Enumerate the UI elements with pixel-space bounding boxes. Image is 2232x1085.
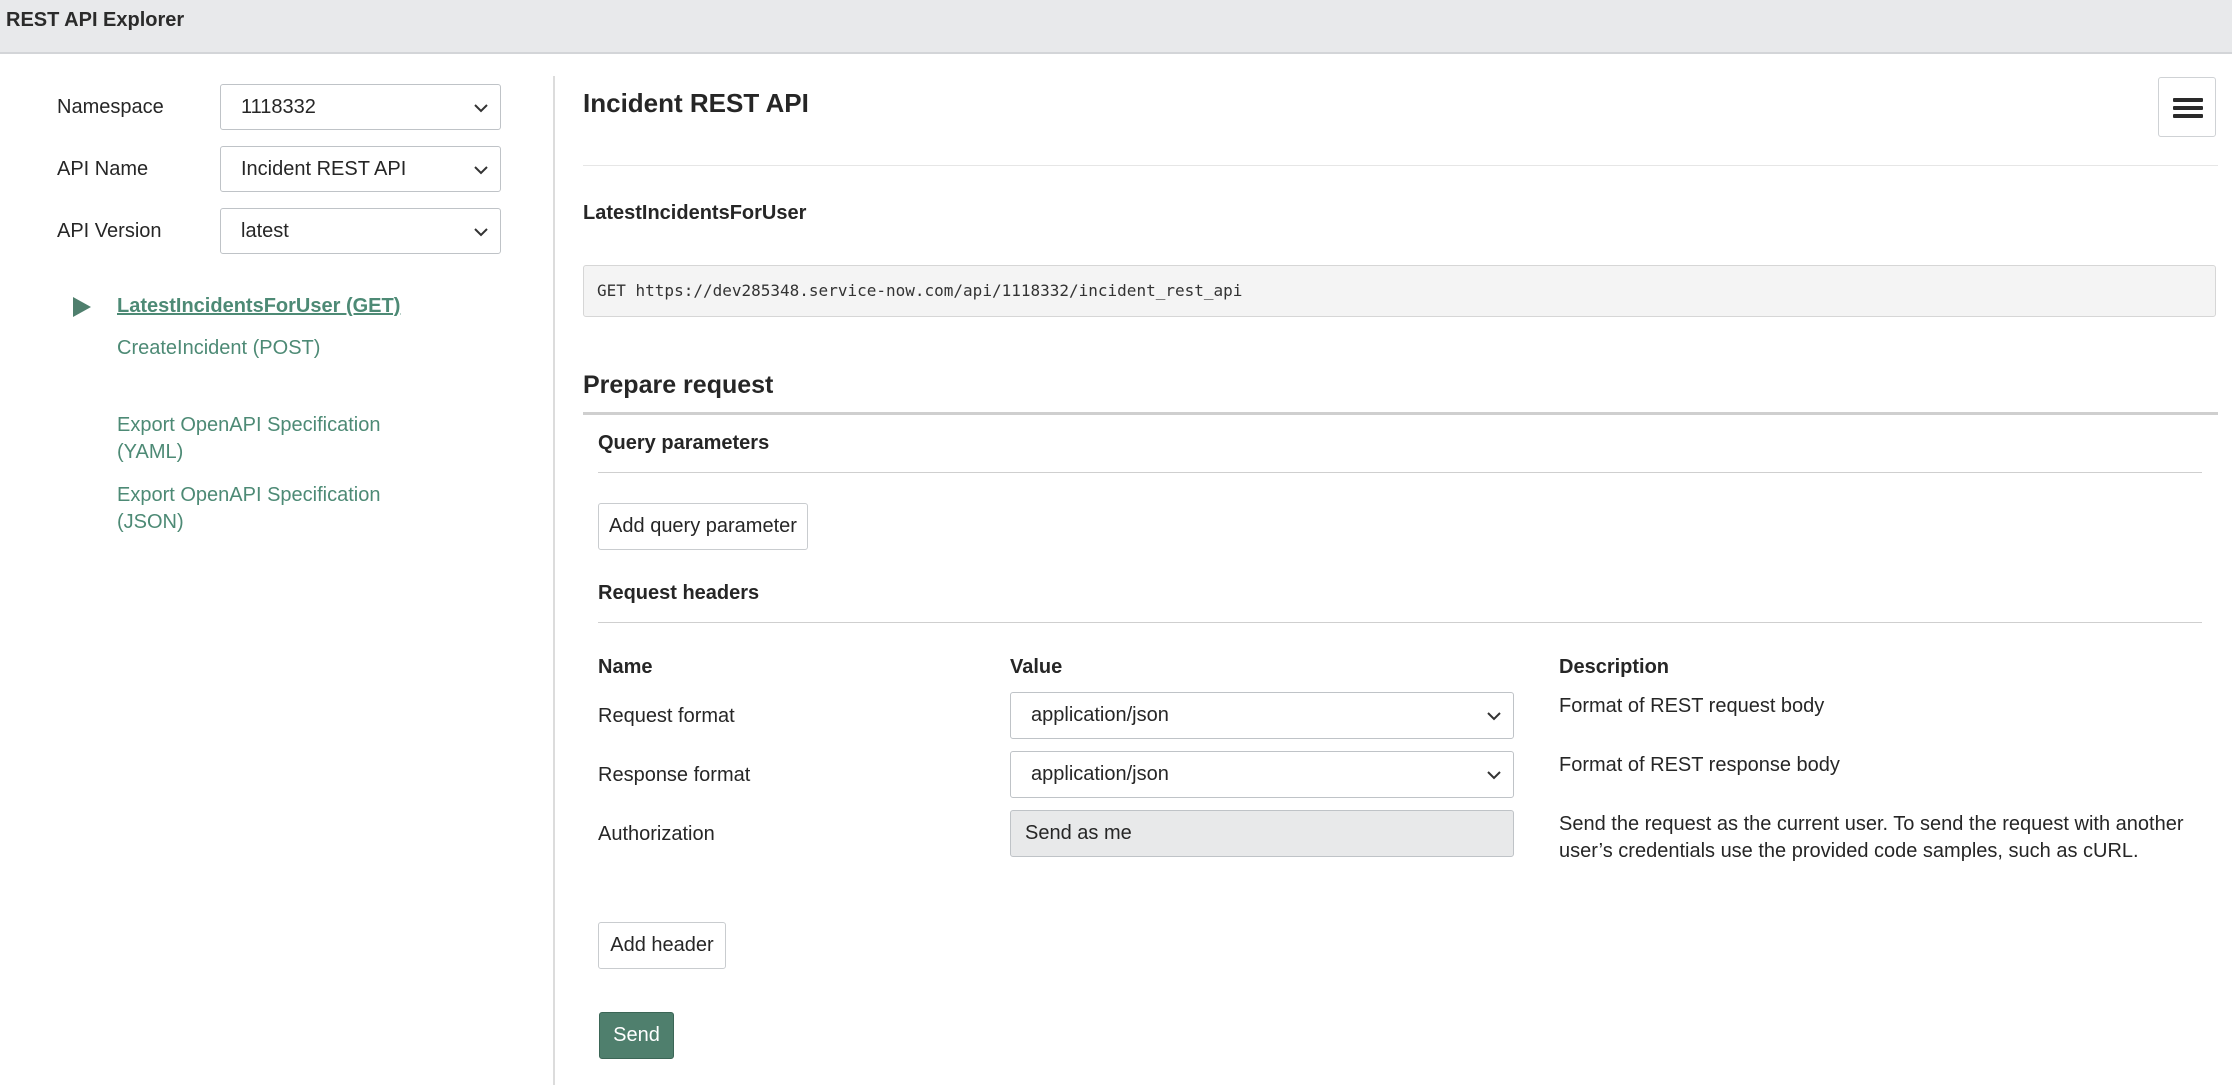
method-title: LatestIncidentsForUser bbox=[583, 202, 807, 224]
api-version-value: latest bbox=[241, 220, 289, 242]
chevron-down-icon bbox=[474, 166, 488, 175]
api-name-value: Incident REST API bbox=[241, 158, 407, 180]
namespace-value: 1118332 bbox=[241, 96, 316, 118]
menu-button[interactable] bbox=[2158, 77, 2216, 137]
header-description-authorization: Send the request as the current user. To… bbox=[1559, 813, 2184, 862]
chevron-down-icon bbox=[474, 104, 488, 113]
api-title: Incident REST API bbox=[583, 88, 809, 118]
header-description-response-format: Format of REST response body bbox=[1559, 754, 1840, 776]
query-parameters-title: Query parameters bbox=[598, 432, 770, 454]
api-name-select[interactable]: Incident REST API bbox=[220, 146, 501, 192]
divider bbox=[598, 622, 2202, 623]
request-url: GET https://dev285348.service-now.com/ap… bbox=[583, 265, 2216, 317]
method-link-latestincidentsforuser[interactable]: LatestIncidentsForUser (GET) bbox=[117, 295, 400, 318]
export-yaml-link[interactable]: Export OpenAPI Specification (YAML) bbox=[117, 412, 407, 466]
api-name-label: API Name bbox=[57, 158, 149, 180]
play-triangle-icon bbox=[73, 297, 91, 317]
api-version-select[interactable]: latest bbox=[220, 208, 501, 254]
api-version-label: API Version bbox=[57, 220, 162, 242]
header-name-request-format: Request format bbox=[598, 705, 735, 727]
app-header: REST API Explorer bbox=[0, 0, 2232, 54]
request-format-value: application/json bbox=[1031, 704, 1169, 726]
response-format-select[interactable]: application/json bbox=[1010, 751, 1514, 798]
namespace-select[interactable]: 1118332 bbox=[220, 84, 501, 130]
add-header-button[interactable]: Add header bbox=[598, 922, 726, 969]
response-format-value: application/json bbox=[1031, 763, 1169, 785]
request-headers-title: Request headers bbox=[598, 582, 760, 604]
header-name-response-format: Response format bbox=[598, 764, 751, 786]
chevron-down-icon bbox=[474, 228, 488, 237]
panel-divider bbox=[553, 76, 555, 1085]
header-description-request-format: Format of REST request body bbox=[1559, 695, 1825, 717]
method-link-createincident[interactable]: CreateIncident (POST) bbox=[117, 337, 320, 360]
add-query-parameter-button[interactable]: Add query parameter bbox=[598, 503, 808, 550]
export-json-link[interactable]: Export OpenAPI Specification (JSON) bbox=[117, 482, 407, 536]
chevron-down-icon bbox=[1487, 712, 1501, 721]
request-format-select[interactable]: application/json bbox=[1010, 692, 1514, 739]
column-header-name: Name bbox=[598, 656, 653, 678]
send-button[interactable]: Send bbox=[599, 1012, 674, 1059]
prepare-request-title: Prepare request bbox=[583, 371, 774, 399]
column-header-description: Description bbox=[1559, 656, 1670, 678]
header-name-authorization: Authorization bbox=[598, 823, 715, 845]
column-header-value: Value bbox=[1010, 656, 1063, 678]
chevron-down-icon bbox=[1487, 771, 1501, 780]
divider bbox=[583, 412, 2218, 415]
namespace-label: Namespace bbox=[57, 96, 164, 118]
app-title: REST API Explorer bbox=[6, 9, 185, 31]
divider bbox=[583, 165, 2218, 166]
divider bbox=[598, 472, 2202, 473]
authorization-field: Send as me bbox=[1010, 810, 1514, 857]
